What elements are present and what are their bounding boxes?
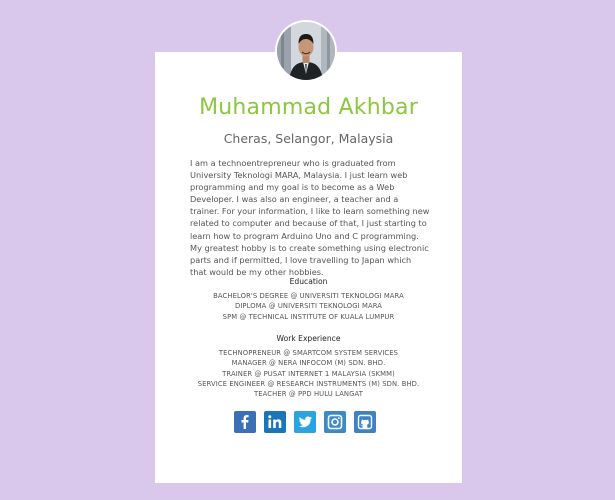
work-item: TECHNOPRENEUR @ SMARTCOM SYSTEM SERVICES: [218, 349, 399, 357]
profile-location: Cheras, Selangor, Malaysia: [223, 131, 394, 146]
education-item: BACHELOR'S DEGREE @ UNIVERSITI TEKNOLOGI…: [213, 292, 404, 300]
twitter-link[interactable]: [294, 411, 316, 433]
work-item: MANAGER @ NERA INFOCOM (M) SDN. BHD.: [231, 359, 386, 368]
github-icon: [357, 414, 373, 430]
work-item: TEACHER @ PPD HULU LANGAT: [254, 390, 363, 399]
work-item: TRAINER @ PUSAT INTERNET 1 MALAYSIA (SKM…: [222, 369, 395, 378]
work-experience-section: Work Experience TECHNOPRENEUR @ SMARTCOM…: [155, 334, 462, 399]
github-link[interactable]: [354, 411, 376, 433]
facebook-icon: [241, 415, 249, 429]
facebook-link[interactable]: [234, 411, 256, 433]
profile-bio: I am a technoentrepreneur who is graduat…: [190, 158, 430, 277]
linkedin-icon: [268, 415, 282, 428]
instagram-icon: [327, 414, 343, 430]
social-links: [234, 411, 376, 433]
education-title: Education: [289, 277, 328, 286]
work-experience-title: Work Experience: [276, 334, 341, 343]
education-section: Education BACHELOR'S DEGREE @ UNIVERSITI…: [155, 277, 462, 322]
work-experience-list: TECHNOPRENEUR @ SMARTCOM SYSTEM SERVICES…: [155, 348, 462, 399]
avatar: [277, 22, 335, 80]
education-item: DIPLOMA @ UNIVERSITI TEKNOLOGI MARA: [234, 302, 382, 311]
instagram-link[interactable]: [324, 411, 346, 433]
profile-name: Muhammad Akhbar: [199, 95, 418, 120]
twitter-icon: [298, 416, 312, 428]
education-list: BACHELOR'S DEGREE @ UNIVERSITI TEKNOLOGI…: [155, 291, 462, 322]
linkedin-link[interactable]: [264, 411, 286, 433]
education-item: SPM @ TECHNICAL INSTITUTE OF KUALA LUMPU…: [222, 312, 395, 321]
work-item: SERVICE ENGINEER @ RESEARCH INSTRUMENTS …: [197, 379, 420, 388]
